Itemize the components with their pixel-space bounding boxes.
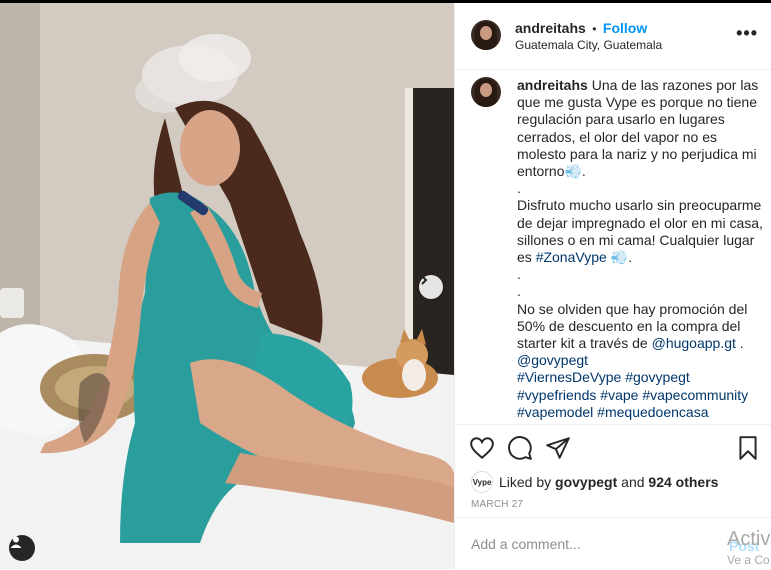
hashtag-mequedoencasa[interactable]: #mequedoencasa (597, 404, 708, 420)
activate-windows-subtext: Ve a Co (727, 553, 770, 567)
caption-dot: . (517, 180, 521, 197)
follow-button[interactable]: Follow (603, 20, 647, 36)
likes-count[interactable]: 924 others (648, 474, 718, 490)
caption-text: andreitahs Una de las razones por las qu… (517, 77, 763, 420)
post-sidebar: andreitahs • Follow Guatemala City, Guat… (454, 3, 771, 569)
post-actions: Vype Liked by govypegt and 924 others MA… (455, 424, 771, 517)
post-photo[interactable] (0, 3, 454, 569)
hashtag-viernesdevype[interactable]: #ViernesDeVype (517, 369, 621, 385)
next-image-button[interactable] (419, 275, 443, 299)
hashtag-vapemodel[interactable]: #vapemodel (517, 404, 593, 420)
post-header: andreitahs • Follow Guatemala City, Guat… (455, 3, 771, 70)
author-username[interactable]: andreitahs (515, 20, 586, 36)
photo-illustration (0, 3, 454, 569)
liked-by-label: Liked by (499, 474, 552, 490)
liker-avatar[interactable]: Vype (471, 471, 493, 493)
mention-hugoapp[interactable]: @hugoapp.gt (652, 335, 736, 351)
liked-by-user[interactable]: govypegt (555, 474, 617, 490)
caption-avatar[interactable] (471, 77, 501, 107)
hashtag-vape[interactable]: #vape (600, 387, 638, 403)
caption-username[interactable]: andreitahs (517, 77, 588, 93)
likes-summary: Vype Liked by govypegt and 924 others (471, 471, 718, 493)
hashtag-zonavype[interactable]: #ZonaVype (536, 249, 607, 265)
author-avatar[interactable] (471, 20, 501, 50)
hashtag-govypegt[interactable]: #govypegt (625, 369, 690, 385)
comment-icon[interactable] (507, 435, 533, 461)
post-date[interactable]: MARCH 27 (471, 499, 523, 510)
likes-and: and (621, 474, 645, 490)
caption-dot-2: . (517, 266, 521, 283)
separator-dot: • (592, 22, 597, 36)
paper-plane-icon[interactable] (545, 435, 571, 461)
caption-period: . (739, 335, 744, 352)
hashtag-vapecommunity[interactable]: #vapecommunity (642, 387, 748, 403)
tagged-user-button[interactable] (9, 535, 35, 561)
more-options-icon[interactable]: ••• (736, 23, 758, 44)
vapor-emoji: 💨 (564, 163, 582, 180)
heart-icon[interactable] (469, 435, 495, 461)
author-line: andreitahs • Follow (515, 20, 647, 38)
vapor-emoji-2: 💨 (610, 249, 629, 266)
comment-input[interactable] (469, 532, 703, 556)
hashtag-vypefriends[interactable]: #vypefriends (517, 387, 596, 403)
post-location[interactable]: Guatemala City, Guatemala (515, 38, 662, 52)
bookmark-icon[interactable] (735, 435, 761, 461)
mention-govypegt[interactable]: @govypegt (517, 352, 588, 368)
comment-bar: Post Activ Ve a Co (455, 517, 771, 570)
user-icon (10, 536, 22, 548)
caption-dot-3: . (517, 283, 521, 300)
activate-windows-watermark: Activ (727, 528, 771, 550)
caption-area: andreitahs Una de las razones por las qu… (455, 70, 771, 420)
chevron-right-icon (421, 275, 428, 285)
